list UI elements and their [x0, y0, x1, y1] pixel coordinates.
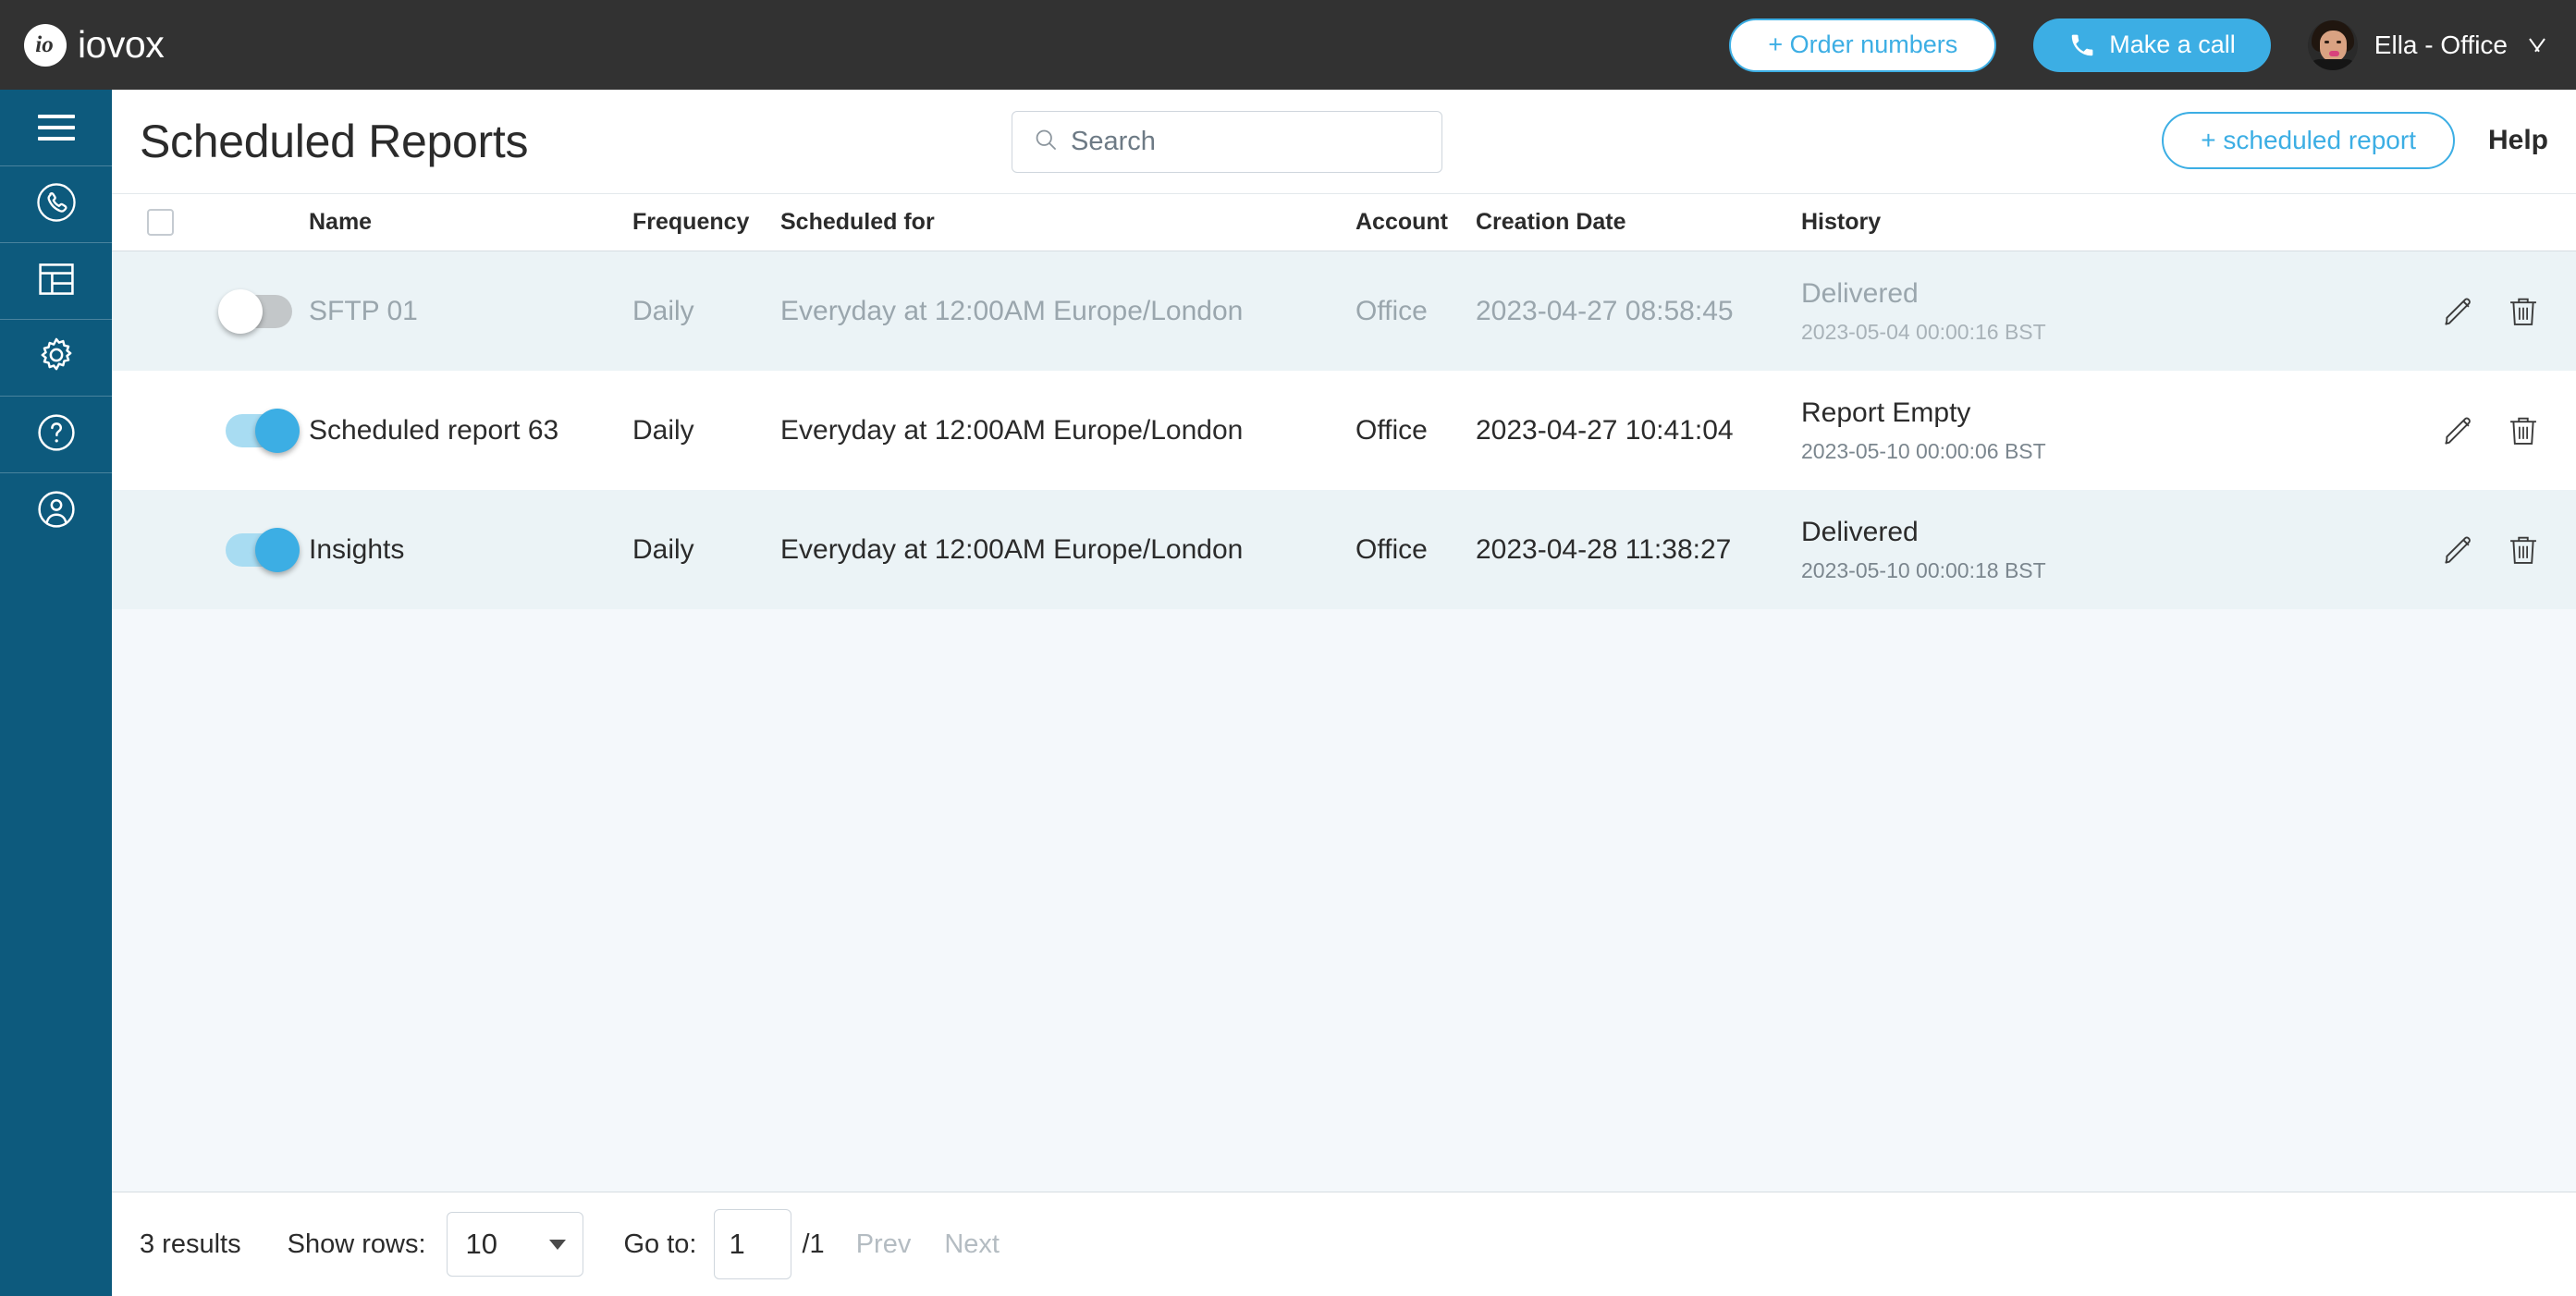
- cell-account: Office: [1355, 533, 1428, 565]
- search-placeholder: Search: [1071, 127, 1156, 156]
- cell-frequency: Daily: [632, 295, 694, 326]
- cell-account: Office: [1355, 295, 1428, 326]
- delete-icon[interactable]: [2506, 413, 2541, 448]
- column-header-creation-date: Creation Date: [1476, 209, 1626, 235]
- user-name-label: Ella - Office: [2374, 30, 2508, 59]
- cell-history-status: Delivered: [1801, 516, 1919, 547]
- help-link[interactable]: Help: [2488, 125, 2548, 156]
- cell-creation-date: 2023-04-28 11:38:27: [1476, 533, 1732, 565]
- select-all-checkbox[interactable]: [147, 209, 174, 236]
- sidebar-item-account[interactable]: [0, 473, 112, 550]
- goto-page-input[interactable]: 1: [713, 1209, 791, 1279]
- top-bar: io iovox + Order numbers Make a call Ell…: [0, 0, 2576, 90]
- gear-icon: [35, 335, 78, 382]
- sidebar-item-calls[interactable]: [0, 166, 112, 243]
- scheduled-reports-table: Name Frequency Scheduled for Account Cre…: [112, 194, 2576, 609]
- cell-history-time: 2023-05-04 00:00:16 BST: [1801, 320, 2046, 345]
- enable-toggle[interactable]: [226, 527, 300, 572]
- table-row: Scheduled report 63 Daily Everyday at 12…: [112, 371, 2576, 490]
- cell-history-time: 2023-05-10 00:00:06 BST: [1801, 439, 2046, 464]
- enable-toggle[interactable]: [218, 288, 292, 334]
- cell-history-time: 2023-05-10 00:00:18 BST: [1801, 558, 2046, 583]
- avatar: [2307, 19, 2358, 70]
- results-count: 3 results: [140, 1229, 241, 1259]
- dashboard-layout-icon: [36, 259, 77, 304]
- edit-icon[interactable]: [2441, 532, 2476, 568]
- search-input[interactable]: Search: [1012, 111, 1442, 173]
- cell-name: Scheduled report 63: [309, 414, 559, 446]
- sidebar: [0, 90, 112, 1296]
- sidebar-item-settings[interactable]: [0, 320, 112, 397]
- search-icon: [1033, 127, 1059, 157]
- cell-history-status: Delivered: [1801, 277, 1919, 309]
- table-header-row: Name Frequency Scheduled for Account Cre…: [112, 194, 2576, 251]
- next-page-button[interactable]: Next: [944, 1229, 1000, 1260]
- user-menu[interactable]: Ella - Office: [2307, 19, 2548, 70]
- make-a-call-button[interactable]: Make a call: [2033, 18, 2271, 72]
- column-header-frequency: Frequency: [632, 209, 750, 235]
- iovox-logo-text: iovox: [78, 23, 165, 66]
- hamburger-menu-icon: [37, 115, 75, 141]
- table-row: SFTP 01 Daily Everyday at 12:00AM Europe…: [112, 251, 2576, 371]
- sidebar-item-help[interactable]: [0, 397, 112, 473]
- order-numbers-button[interactable]: + Order numbers: [1729, 18, 1997, 72]
- table-row: Insights Daily Everyday at 12:00AM Europ…: [112, 490, 2576, 609]
- prev-page-button[interactable]: Prev: [856, 1229, 912, 1260]
- enable-toggle[interactable]: [226, 408, 300, 453]
- phone-icon: [2068, 31, 2096, 59]
- column-header-name: Name: [309, 209, 373, 235]
- sidebar-item-menu[interactable]: [0, 90, 112, 166]
- rows-per-page-select[interactable]: 10: [446, 1212, 583, 1277]
- sidebar-item-reports[interactable]: [0, 243, 112, 320]
- top-bar-actions: + Order numbers Make a call Ella - Offic…: [1729, 18, 2548, 72]
- iovox-logo[interactable]: io iovox: [24, 23, 165, 67]
- edit-icon[interactable]: [2441, 294, 2476, 329]
- chevron-down-icon: [548, 1240, 566, 1250]
- rows-per-page-value: 10: [465, 1228, 497, 1260]
- pagination-bar: 3 results Show rows: 10 Go to: 1 /1 Prev…: [112, 1192, 2576, 1296]
- goto-label: Go to:: [623, 1229, 697, 1259]
- cell-frequency: Daily: [632, 414, 694, 446]
- question-circle-icon: [35, 411, 78, 458]
- delete-icon[interactable]: [2506, 532, 2541, 568]
- iovox-logo-mark: io: [24, 23, 67, 67]
- edit-icon[interactable]: [2441, 413, 2476, 448]
- delete-icon[interactable]: [2506, 294, 2541, 329]
- column-header-history: History: [1801, 209, 1882, 235]
- user-circle-icon: [35, 488, 78, 535]
- main-content: Scheduled Reports Search + scheduled rep…: [112, 90, 2576, 1296]
- show-rows-label: Show rows:: [287, 1229, 426, 1259]
- cell-account: Office: [1355, 414, 1428, 446]
- add-scheduled-report-button[interactable]: + scheduled report: [2162, 112, 2455, 169]
- chevron-down-icon: [2524, 39, 2548, 52]
- total-pages-label: /1: [802, 1229, 825, 1259]
- phone-circle-icon: [35, 181, 78, 228]
- page-header: Scheduled Reports Search + scheduled rep…: [112, 90, 2576, 194]
- cell-history-status: Report Empty: [1801, 397, 1971, 428]
- make-a-call-label: Make a call: [2109, 31, 2236, 58]
- page-header-actions: + scheduled report Help: [2162, 112, 2548, 169]
- cell-frequency: Daily: [632, 533, 694, 565]
- cell-scheduled-for: Everyday at 12:00AM Europe/London: [780, 295, 1244, 326]
- cell-scheduled-for: Everyday at 12:00AM Europe/London: [780, 533, 1244, 565]
- page-title: Scheduled Reports: [140, 116, 529, 167]
- column-header-scheduled-for: Scheduled for: [780, 209, 935, 235]
- cell-creation-date: 2023-04-27 10:41:04: [1476, 414, 1734, 446]
- cell-name: Insights: [309, 533, 405, 565]
- column-header-account: Account: [1355, 209, 1448, 235]
- cell-name: SFTP 01: [309, 295, 418, 326]
- cell-scheduled-for: Everyday at 12:00AM Europe/London: [780, 414, 1244, 446]
- cell-creation-date: 2023-04-27 08:58:45: [1476, 295, 1734, 326]
